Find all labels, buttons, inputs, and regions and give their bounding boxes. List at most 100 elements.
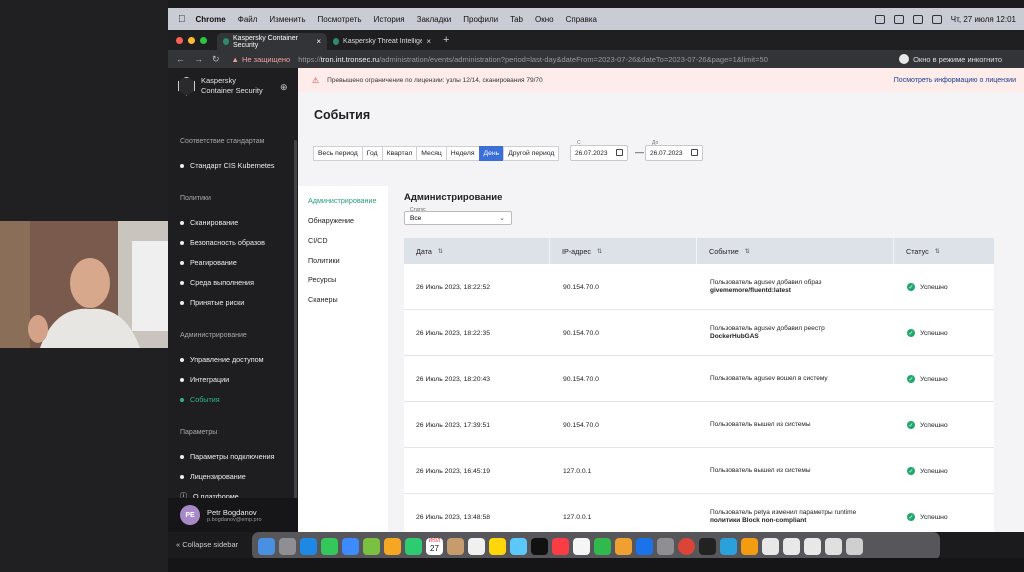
- sidebar-item-events[interactable]: События: [180, 395, 220, 404]
- browser-tab-active[interactable]: Kaspersky Container Security ×: [217, 33, 327, 50]
- collapse-sidebar-button[interactable]: « Collapse sidebar: [176, 540, 238, 549]
- period-custom[interactable]: Другой период: [503, 146, 560, 161]
- category-resources[interactable]: Ресурсы: [308, 275, 336, 284]
- security-warning[interactable]: ▲ Не защищено: [232, 55, 291, 64]
- menubar-app-name[interactable]: Chrome: [196, 15, 226, 24]
- column-ip[interactable]: IP-адрес ⇅: [550, 238, 697, 264]
- messages-icon[interactable]: [321, 537, 338, 555]
- contacts-icon[interactable]: [447, 537, 464, 555]
- browser-tab[interactable]: Kaspersky Threat Intelligence ×: [327, 33, 437, 50]
- apple-icon[interactable]: : [178, 14, 186, 25]
- back-icon[interactable]: ←: [176, 54, 185, 65]
- period-quarter[interactable]: Квартал: [381, 146, 418, 161]
- period-all[interactable]: Весь период: [313, 146, 363, 161]
- tv-icon[interactable]: [531, 537, 548, 555]
- freeform-icon[interactable]: [510, 537, 527, 555]
- date-to-input[interactable]: 26.07.2023: [645, 145, 703, 161]
- language-globe-icon[interactable]: ⊕: [280, 82, 288, 93]
- music-icon[interactable]: [552, 537, 569, 555]
- menubar-item[interactable]: Закладки: [417, 15, 452, 24]
- period-week[interactable]: Неделя: [445, 146, 480, 161]
- user-profile[interactable]: PE Petr Bogdanov p.bogdanov@emp.pro: [168, 498, 298, 532]
- sort-icon[interactable]: ⇅: [935, 248, 940, 255]
- category-cicd[interactable]: CI/CD: [308, 236, 328, 245]
- reload-icon[interactable]: ↻: [212, 54, 220, 65]
- document-icon[interactable]: [804, 537, 821, 555]
- notes-icon[interactable]: [489, 537, 506, 555]
- menubar-item[interactable]: Посмотреть: [318, 15, 362, 24]
- table-row[interactable]: 26 Июль 2023, 17:39:51 90.154.70.0 Пользов…: [404, 402, 994, 448]
- maps-icon[interactable]: [363, 537, 380, 555]
- period-year[interactable]: Год: [361, 146, 383, 161]
- sidebar-item-integrations[interactable]: Интеграции: [180, 375, 229, 384]
- menubar-clock[interactable]: Чт, 27 июля 12:01: [951, 15, 1016, 24]
- menubar-item[interactable]: Профили: [463, 15, 498, 24]
- document-icon[interactable]: [783, 537, 800, 555]
- status-filter-select[interactable]: Все ⌄: [404, 211, 512, 225]
- battery-icon[interactable]: [931, 14, 942, 24]
- menubar-item[interactable]: История: [374, 15, 405, 24]
- url-field[interactable]: https://tron.int.tronsec.ru/administrati…: [298, 55, 768, 64]
- period-month[interactable]: Месяц: [416, 146, 447, 161]
- menubar-item[interactable]: Изменить: [269, 15, 305, 24]
- facetime-icon[interactable]: [405, 537, 422, 555]
- sidebar-item-licensing[interactable]: Лицензирование: [180, 472, 246, 481]
- chrome-icon[interactable]: [678, 537, 695, 555]
- table-row[interactable]: 26 Июль 2023, 16:45:19 127.0.0.1 Пользоват…: [404, 448, 994, 494]
- sidebar-item-runtime[interactable]: Среда выполнения: [180, 278, 254, 287]
- document-icon[interactable]: [825, 537, 842, 555]
- maximize-window-icon[interactable]: [200, 36, 207, 44]
- pages-icon[interactable]: [615, 537, 632, 555]
- column-event[interactable]: Событие ⇅: [697, 238, 894, 264]
- new-tab-icon[interactable]: +: [443, 34, 449, 46]
- document-icon[interactable]: [762, 537, 779, 555]
- close-tab-icon[interactable]: ×: [316, 37, 321, 46]
- category-policies[interactable]: Политики: [308, 256, 340, 265]
- status-icon[interactable]: [874, 14, 885, 24]
- sidebar-item-response[interactable]: Реагирование: [180, 258, 237, 267]
- table-row[interactable]: 26 Июль 2023, 18:20:43 90.154.70.0 Пользов…: [404, 356, 994, 402]
- sidebar-item-image-security[interactable]: Безопасность образов: [180, 238, 265, 247]
- reminders-icon[interactable]: [468, 537, 485, 555]
- menubar-item[interactable]: Справка: [566, 15, 597, 24]
- trash-icon[interactable]: [846, 537, 863, 555]
- numbers-icon[interactable]: [594, 537, 611, 555]
- menubar-item[interactable]: Tab: [510, 15, 523, 24]
- sidebar-scrollbar[interactable]: [294, 140, 297, 500]
- minimize-window-icon[interactable]: [188, 36, 195, 44]
- menubar-item[interactable]: Окно: [535, 15, 554, 24]
- terminal-icon[interactable]: [699, 537, 716, 555]
- telegram-icon[interactable]: [720, 537, 737, 555]
- sort-icon[interactable]: ⇅: [597, 248, 602, 255]
- license-info-link[interactable]: Посмотреть информацию о лицензии: [894, 77, 1016, 84]
- brand-logo[interactable]: Kaspersky Container Security: [178, 76, 263, 96]
- sort-icon[interactable]: ⇅: [438, 248, 443, 255]
- sort-icon[interactable]: ⇅: [745, 248, 750, 255]
- calendar-icon[interactable]: [616, 149, 623, 156]
- column-date[interactable]: Дата ⇅: [404, 238, 550, 264]
- close-window-icon[interactable]: [176, 36, 183, 44]
- photos-icon[interactable]: [384, 537, 401, 555]
- podcasts-icon[interactable]: [573, 537, 590, 555]
- table-row[interactable]: 26 Июль 2023, 18:22:35 90.154.70.0 Пользов…: [404, 310, 994, 356]
- app-icon[interactable]: [741, 537, 758, 555]
- calendar-icon[interactable]: [691, 149, 698, 156]
- mail-icon[interactable]: [342, 537, 359, 555]
- sidebar-item-connection[interactable]: Параметры подключения: [180, 452, 275, 461]
- category-detection[interactable]: Обнаружение: [308, 216, 354, 225]
- status-icon[interactable]: [893, 14, 904, 24]
- sidebar-item-accepted-risks[interactable]: Принятые риски: [180, 298, 244, 307]
- category-scanners[interactable]: Сканеры: [308, 295, 338, 304]
- period-day[interactable]: День: [478, 146, 505, 161]
- calendar-app-icon[interactable]: ИЮЛ 27: [426, 537, 443, 555]
- finder-icon[interactable]: [258, 537, 275, 555]
- sidebar-item-scanning[interactable]: Сканирование: [180, 218, 238, 227]
- date-from-input[interactable]: 26.07.2023: [570, 145, 628, 161]
- wifi-icon[interactable]: [912, 14, 923, 24]
- table-row[interactable]: 26 Июль 2023, 13:48:58 127.0.0.1 Пользоват…: [404, 494, 994, 532]
- safari-icon[interactable]: [300, 537, 317, 555]
- close-tab-icon[interactable]: ×: [426, 37, 431, 46]
- launchpad-icon[interactable]: [279, 537, 296, 555]
- forward-icon[interactable]: →: [194, 54, 203, 65]
- sidebar-item-cis[interactable]: Стандарт CIS Kubernetes: [180, 161, 274, 170]
